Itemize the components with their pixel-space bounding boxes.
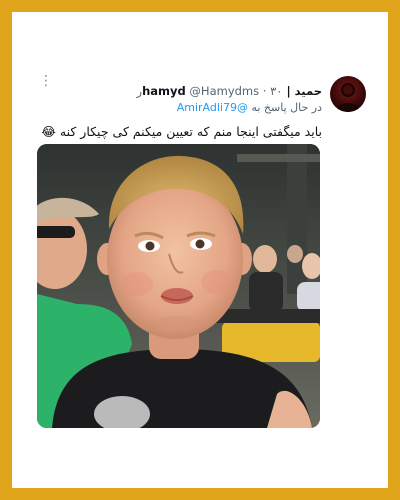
post-frame: ⋮ حمید | hamyd @Hamydms · ۳۰ر در حال پاس… — [12, 12, 388, 488]
more-vertical-icon: ⋮ — [39, 73, 53, 89]
reply-context: در حال پاسخ به @AmirAdli79 — [177, 100, 322, 116]
separator: · — [262, 84, 267, 98]
tweet-body: باید میگفتی اینجا منم که تعیین میکنم کی … — [59, 124, 322, 139]
tweet-header: حمید | hamyd @Hamydms · ۳۰ر — [137, 83, 322, 99]
tweet: ⋮ حمید | hamyd @Hamydms · ۳۰ر در حال پاس… — [12, 12, 388, 488]
boy-selfie-photo — [37, 144, 320, 428]
tweet-text: باید میگفتی اینجا منم که تعیین میکنم کی … — [41, 123, 322, 141]
more-options-icon[interactable]: ⋮ — [39, 74, 53, 96]
reply-prefix: در حال پاسخ به — [251, 101, 322, 114]
tweet-media[interactable] — [37, 144, 320, 428]
author-handle[interactable]: @Hamydms — [189, 84, 259, 98]
avatar-image — [336, 83, 360, 112]
avatar[interactable] — [330, 76, 366, 112]
reply-mention-link[interactable]: @AmirAdli79 — [177, 101, 248, 114]
laughing-emoji-icon: 😂 — [41, 124, 56, 139]
